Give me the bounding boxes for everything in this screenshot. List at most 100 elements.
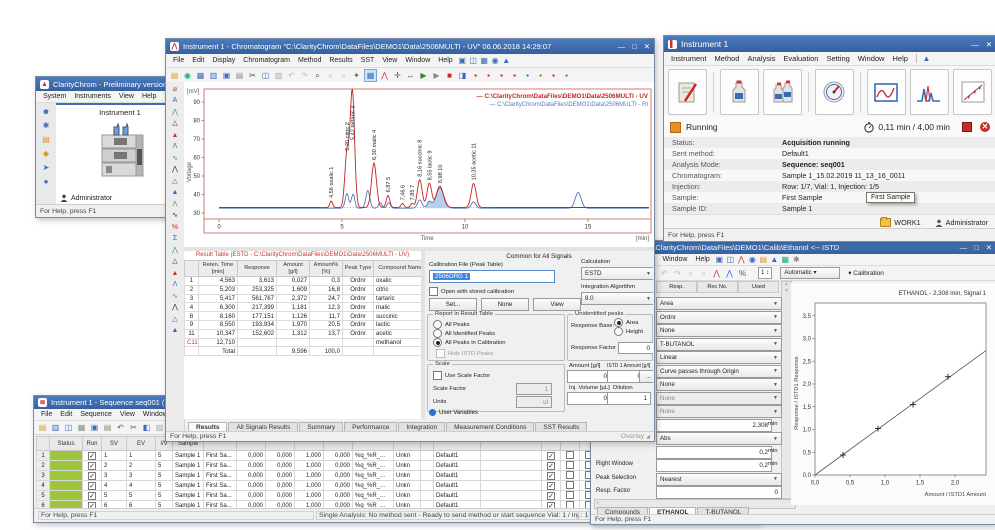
menu-item-chromatogram[interactable]: Chromatogram	[239, 56, 294, 65]
compound-dropdown[interactable]: T-BUTANOL▼	[656, 338, 782, 351]
toolbar-icon[interactable]: ◫	[63, 422, 74, 433]
row-checkbox[interactable]: ✓	[547, 482, 555, 490]
menu-item-view[interactable]: View	[378, 56, 401, 65]
row-checkbox[interactable]: ✓	[547, 492, 555, 500]
menu-item-help[interactable]: Help	[138, 92, 160, 101]
result-row[interactable]: Total9,596100,0	[185, 347, 422, 356]
toolbar-icon[interactable]: ⌕	[312, 70, 323, 81]
menu-item-display[interactable]: Display	[208, 56, 239, 65]
grid-header-used[interactable]: Used	[738, 281, 779, 293]
sidebar-icon[interactable]: ➤	[41, 162, 52, 173]
calibration-window-buttons[interactable]: —□✕	[952, 243, 992, 252]
peak-tool-icon[interactable]: △	[170, 119, 181, 128]
signal-color-swatch[interactable]: ▪	[509, 70, 520, 81]
grid-header-recno[interactable]: Rec No.	[697, 281, 738, 293]
result-row[interactable]: 1110,347152,6021,31213,7Ordnracetic	[185, 329, 422, 338]
signal-color-swatch[interactable]: ▪	[535, 70, 546, 81]
peak-tool-icon[interactable]: %	[170, 223, 181, 232]
result-grid[interactable]: Reten. Time[min]ResponseAmount[g/l]Amoun…	[184, 260, 421, 356]
toolbar-icon[interactable]: ◉	[182, 70, 193, 81]
sidebar-icon[interactable]: ●	[41, 176, 52, 187]
hplc-instrument-image[interactable]	[88, 119, 152, 181]
toolbar-icon[interactable]: ⌕	[698, 268, 709, 279]
compound-dropdown[interactable]: None▼	[656, 405, 782, 418]
toolbar-icon[interactable]: ◫	[260, 70, 271, 81]
row-checkbox[interactable]	[566, 471, 574, 479]
menu-item-file[interactable]: File	[169, 56, 188, 65]
toolbar-icon[interactable]: ▤	[169, 70, 180, 81]
signal-color-swatch[interactable]: ▪	[496, 70, 507, 81]
row-checkbox[interactable]: ✓	[547, 472, 555, 480]
row-checkbox[interactable]: ✓	[88, 482, 96, 490]
menu-tool-icon[interactable]: ✱	[791, 254, 802, 265]
radio-area[interactable]: Area	[614, 318, 643, 327]
radio-all-peaks-in-calibration[interactable]: All Peaks in Calibration	[433, 338, 506, 347]
use-scale-factor-checkbox[interactable]: Use Scale Factor	[433, 371, 490, 380]
toolbar-icon[interactable]: ▥	[50, 422, 61, 433]
peak-tool-icon[interactable]: ▲	[170, 131, 181, 140]
sequence-row[interactable]: 3✓335Sample 1First Sa...0,0000,0001,0000…	[37, 471, 599, 481]
record-spinner[interactable]: 1 ↕	[758, 267, 772, 279]
peak-tool-icon[interactable]: △	[170, 177, 181, 186]
grid-header-resp[interactable]: Resp.	[656, 281, 697, 293]
row-checkbox[interactable]: ✓	[88, 452, 96, 460]
toolbar-icon[interactable]: ▣	[89, 422, 100, 433]
sidebar-icon[interactable]: ▤	[41, 134, 52, 145]
compound-dropdown[interactable]: Abs▼	[656, 432, 782, 445]
result-row[interactable]: 35,417561,7672,37224,7Ordnrtartaric	[185, 294, 422, 303]
menu-tool-icon[interactable]: ⋀	[736, 254, 747, 265]
row-checkbox[interactable]: ✓	[547, 462, 555, 470]
row-checkbox[interactable]	[566, 461, 574, 469]
abort-button[interactable]: ✕	[980, 122, 990, 132]
open-stored-checkbox[interactable]: Open with stored calibration	[429, 287, 514, 296]
compound-dropdown[interactable]: None▼	[656, 378, 782, 391]
menu-item-window[interactable]: Window	[659, 255, 692, 264]
clarity-icon[interactable]: ▲	[921, 53, 932, 64]
toolbar-icon[interactable]: ◧	[141, 422, 152, 433]
toolbar-icon[interactable]: ▶	[431, 70, 442, 81]
menu-item-window[interactable]: Window	[401, 56, 434, 65]
toolbar-icon[interactable]: %	[737, 268, 748, 279]
toolbar-icon[interactable]: ↶	[115, 422, 126, 433]
peak-tool-icon[interactable]: Λ	[170, 280, 181, 289]
row-checkbox[interactable]	[566, 451, 574, 459]
chromatogram-window-buttons[interactable]: —□✕	[610, 42, 650, 51]
result-row[interactable]: 25,203253,3251,60916,8Ordnrcitric	[185, 285, 422, 294]
menu-tool-icon[interactable]: ◉	[490, 55, 501, 66]
device-monitor-gauge-button[interactable]	[815, 69, 854, 115]
peak-tool-icon[interactable]: ▲	[170, 326, 181, 335]
result-row[interactable]: 46,300217,3991,18112,3Ordnrmalic	[185, 303, 422, 312]
toolbar-icon[interactable]: ⋀	[711, 268, 722, 279]
overlay-button[interactable]: Overlay◢	[621, 433, 650, 440]
sequence-bottles-button[interactable]	[763, 69, 802, 115]
toolbar-icon[interactable]: ▧	[154, 422, 165, 433]
istd-more-button[interactable]: ...	[639, 370, 653, 383]
sequence-row[interactable]: 1✓115Sample 1First Sa...0,0000,0001,0000…	[37, 451, 599, 461]
calibration-file-input[interactable]: 2506ORG 1	[429, 270, 555, 283]
project-indicator[interactable]: WORK1	[880, 218, 920, 227]
menu-tool-icon[interactable]: ▲	[501, 55, 512, 66]
column-header[interactable]: SV	[102, 437, 127, 451]
toolbar-icon[interactable]: ✂	[128, 422, 139, 433]
menu-item-instrument[interactable]: Instrument	[667, 53, 710, 64]
toolbar-icon[interactable]: ⌕	[325, 70, 336, 81]
peak-tool-icon[interactable]: ⋀	[170, 165, 181, 174]
peak-tool-icon[interactable]: ⋀	[170, 246, 181, 255]
row-checkbox[interactable]: ✓	[88, 462, 96, 470]
menu-item-sequence[interactable]: Sequence	[76, 410, 116, 419]
toolbar-icon[interactable]: ▶	[418, 70, 429, 81]
toolbar-icon[interactable]: ↶	[286, 70, 297, 81]
menu-item-analysis[interactable]: Analysis	[743, 53, 779, 64]
menu-tool-icon[interactable]: ▦	[780, 254, 791, 265]
menu-item-edit[interactable]: Edit	[56, 410, 76, 419]
toolbar-icon[interactable]: ⋀	[379, 70, 390, 81]
none-button[interactable]: None	[481, 298, 529, 311]
sequence-grid[interactable]: StatusRunSVEVI/VSample1✓115Sample 1First…	[36, 436, 599, 509]
row-checkbox[interactable]: ✓	[88, 472, 96, 480]
signal-color-swatch[interactable]: ▪	[483, 70, 494, 81]
instrument-titlebar[interactable]: ▌ Instrument 1 —✕	[664, 36, 995, 52]
stop-button[interactable]	[962, 122, 972, 132]
radio-height[interactable]: Height	[614, 327, 643, 336]
column-header[interactable]: EV	[127, 437, 156, 451]
method-setup-button[interactable]	[668, 69, 707, 115]
